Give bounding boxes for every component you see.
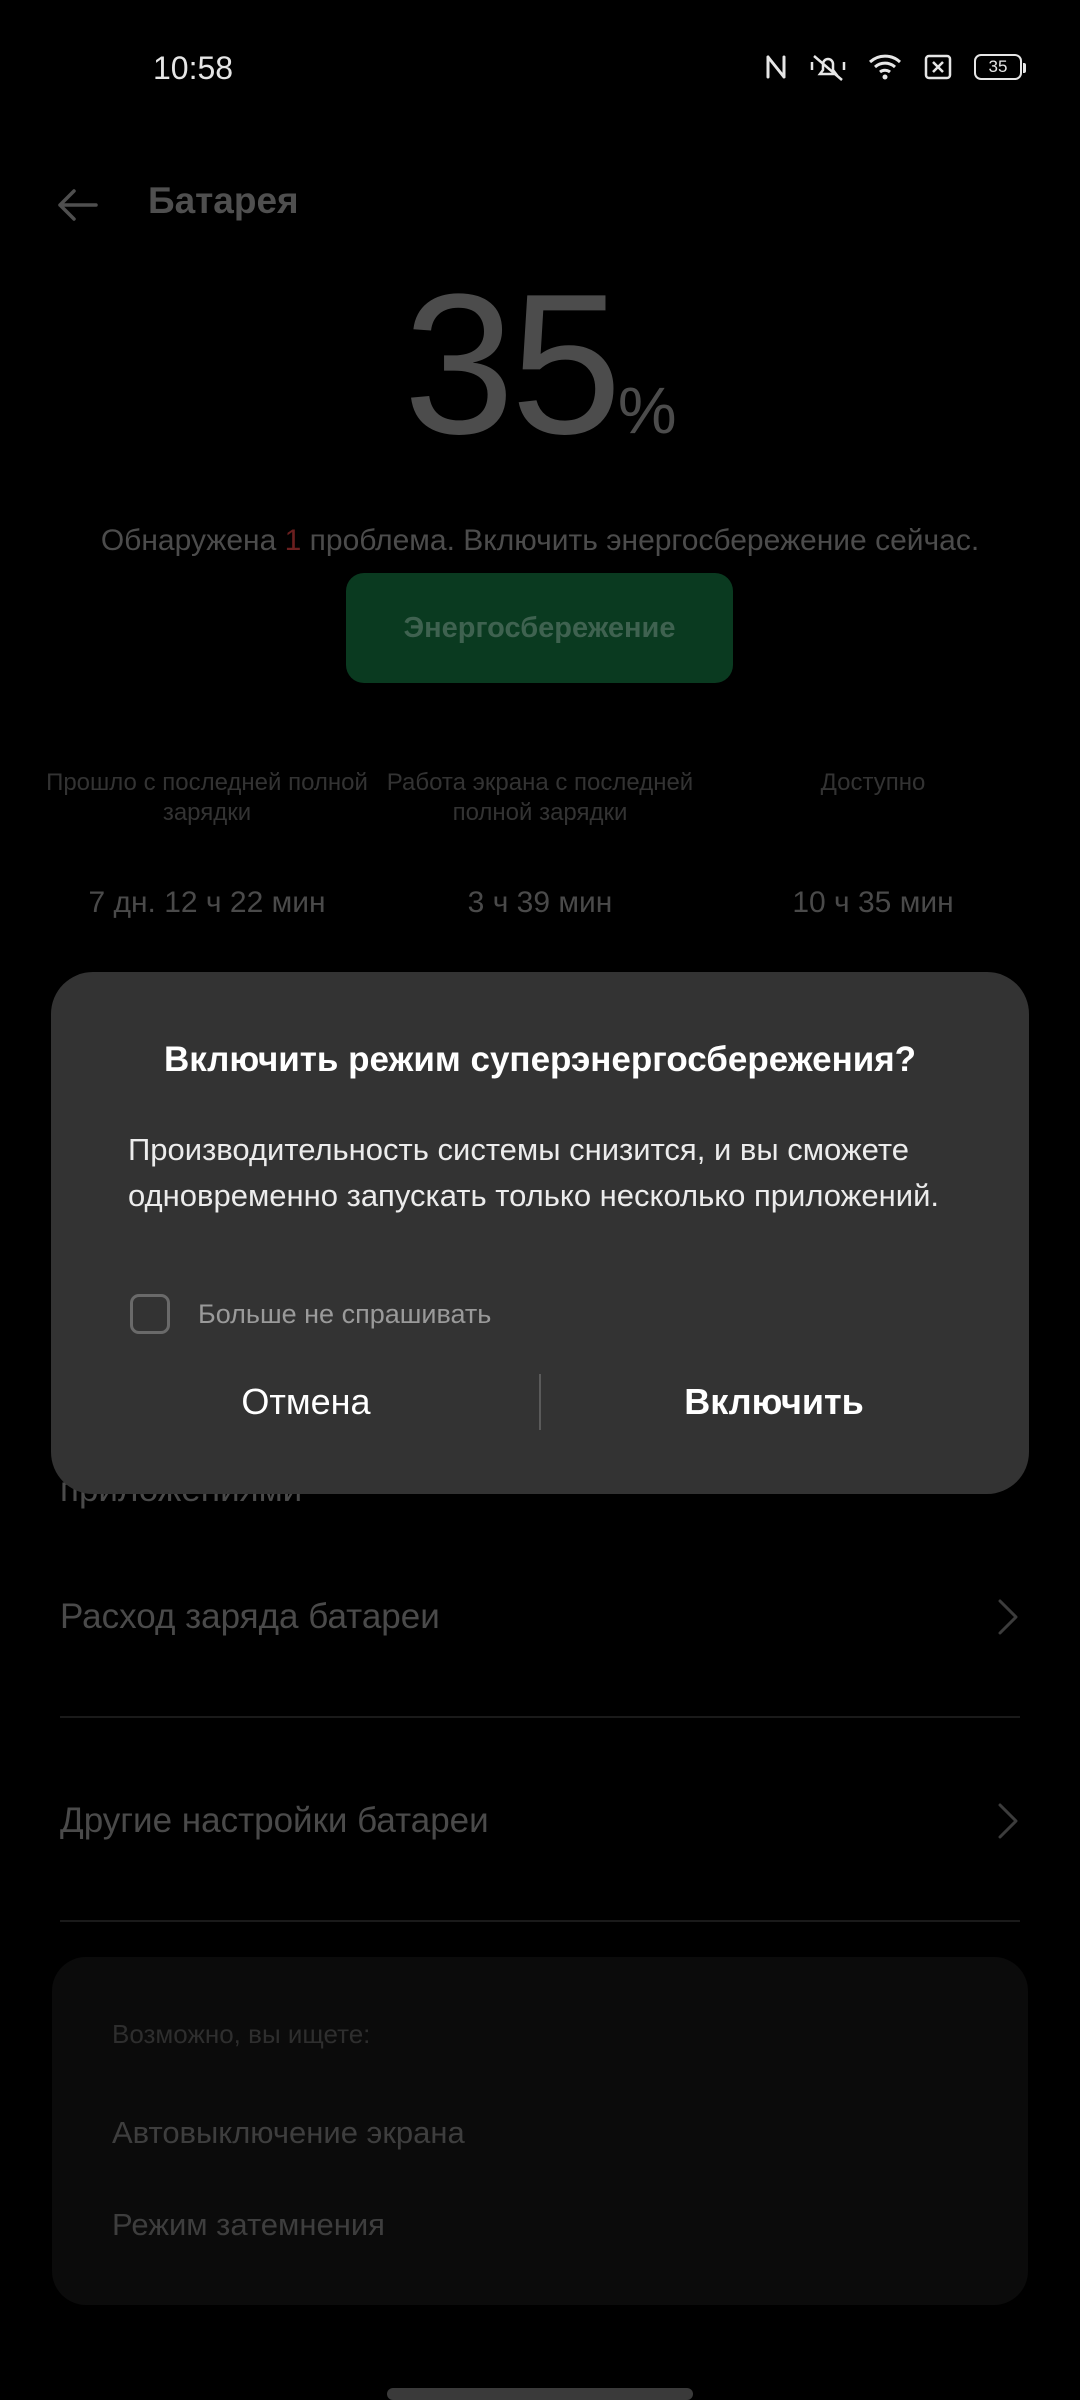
cancel-button[interactable]: Отмена [76,1362,536,1442]
chevron-right-icon [998,1599,1018,1635]
wifi-icon [868,54,902,80]
row-label: Другие настройки батареи [60,1801,489,1840]
super-power-saving-dialog: Включить режим суперэнергосбережения? Пр… [51,972,1029,1494]
suggestions-card: Возможно, вы ищете: Автовыключение экран… [52,1957,1028,2305]
stat-label: Доступно [820,769,926,796]
suggestion-auto-screen-off[interactable]: Автовыключение экрана [112,2115,465,2151]
stat-value: 7 дн. 12 ч 22 мин [88,886,326,919]
stat-label: Работа экрана с последней полной зарядки [386,769,694,826]
stat-since-charge: Прошло с последней полной зарядки 7 дн. … [42,768,372,919]
home-indicator[interactable] [387,2388,693,2400]
dont-ask-again-row[interactable]: Больше не спрашивать [130,1294,491,1334]
back-arrow-icon[interactable] [52,180,102,230]
row-label: Расход заряда батареи [60,1597,440,1636]
battery-usage-row[interactable]: Расход заряда батареи [60,1577,1020,1657]
stat-value: 10 ч 35 мин [792,886,954,919]
issue-count: 1 [284,524,302,557]
suggestions-heading: Возможно, вы ищете: [112,2019,371,2049]
nfc-icon [766,55,786,79]
mute-icon [810,55,846,81]
stat-value: 3 ч 39 мин [467,886,613,919]
stat-screen-time: Работа экрана с последней полной зарядки… [375,768,705,919]
page-title: Батарея [148,180,299,221]
issue-suffix: проблема. Включить энергосбережение сейч… [301,524,980,557]
button-separator [539,1374,541,1430]
status-icons: 35 [764,52,1026,82]
battery-percent-value: 35 [403,253,621,476]
power-saving-button[interactable]: Энергосбережение [346,573,733,683]
issue-prefix: Обнаружена [100,524,285,557]
dialog-buttons: Отмена Включить [51,1362,1029,1442]
dont-ask-again-label[interactable]: Больше не спрашивать [198,1299,491,1330]
dialog-title: Включить режим суперэнергосбережения? [163,1040,917,1079]
battery-settings-screen: 10:58 35 Батарея 35% Обнаружена 1 пробле… [0,0,1080,2400]
other-battery-settings-row[interactable]: Другие настройки батареи [60,1781,1020,1861]
stat-label: Прошло с последней полной зарядки [46,769,368,826]
battery-status-icon: 35 [974,54,1026,80]
status-time: 10:58 [153,50,234,86]
divider [60,1920,1020,1922]
chevron-right-icon [998,1803,1018,1839]
issue-message: Обнаружена 1 проблема. Включить энергосб… [0,524,1080,558]
status-bar: 10:58 35 [0,0,1080,140]
dont-ask-again-checkbox[interactable] [130,1294,170,1334]
battery-stats: Прошло с последней полной зарядки 7 дн. … [0,768,1080,928]
dialog-message: Производительность системы снизится, и в… [128,1132,940,1213]
suggestion-dark-mode[interactable]: Режим затемнения [112,2207,385,2243]
divider [60,1716,1020,1718]
enable-button[interactable]: Включить [544,1362,1004,1442]
sim-x-icon [924,54,952,80]
battery-percentage: 35% [0,250,1080,480]
battery-percent-sign: % [617,373,677,447]
stat-available: Доступно 10 ч 35 мин [708,768,1038,919]
